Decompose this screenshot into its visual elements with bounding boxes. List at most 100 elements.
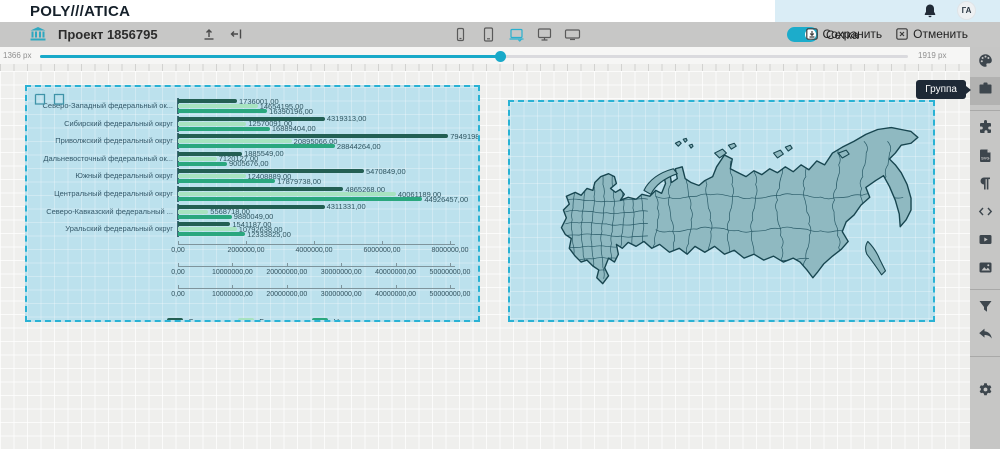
- notifications-bell-icon[interactable]: [922, 3, 938, 19]
- legend-label: Сельское: [188, 318, 223, 322]
- bar-Население[interactable]: [178, 144, 335, 148]
- phone-icon[interactable]: [452, 26, 469, 43]
- x-axis-tick-label: 30000000,00: [321, 291, 362, 298]
- bar-Население[interactable]: [178, 232, 245, 236]
- laptop-icon[interactable]: [508, 26, 525, 43]
- width-slider-fill: [40, 55, 500, 58]
- widget-flip-icon[interactable]: [34, 92, 46, 110]
- x-axis-tick: [287, 263, 288, 266]
- gear-icon: [978, 382, 993, 402]
- bar-Сельское[interactable]: [178, 222, 230, 226]
- x-axis-tick: [178, 241, 179, 244]
- project-bank-icon[interactable]: [30, 27, 46, 41]
- project-title: Проект 1856795: [58, 27, 158, 42]
- cancel-button-label: Отменить: [913, 27, 968, 41]
- x-axis-tick-label: 2000000,00: [228, 247, 265, 254]
- x-axis-tick-label: 20000000,00: [266, 269, 307, 276]
- bar-Население[interactable]: [178, 109, 267, 113]
- x-axis-tick: [396, 263, 397, 266]
- population-bar-chart: Северо-Западный федеральный ок...1736001…: [27, 87, 478, 320]
- sidebar-item-video[interactable]: [970, 228, 1000, 256]
- bar-chart-widget[interactable]: Северо-Западный федеральный ок...1736001…: [25, 85, 480, 322]
- chart-category-label: Уральский федеральный округ: [27, 224, 173, 233]
- image-icon: [978, 260, 993, 280]
- sidebar-item-paragraph[interactable]: [970, 172, 1000, 200]
- bar-Сельское[interactable]: [178, 99, 237, 103]
- bar-Сельское[interactable]: [178, 205, 325, 209]
- tablet-icon[interactable]: [480, 26, 497, 43]
- palette-icon: [978, 53, 993, 73]
- user-avatar[interactable]: ГА: [957, 1, 976, 20]
- bar-value-label: 44926457,00: [424, 195, 468, 204]
- bar-Сельское[interactable]: [178, 187, 343, 191]
- russia-map-widget[interactable]: [508, 100, 935, 322]
- x-axis-tick: [450, 263, 451, 266]
- legend-item[interactable]: Население: [312, 318, 374, 322]
- sidebar-item-reply[interactable]: [970, 323, 1000, 351]
- bar-Население[interactable]: [178, 179, 275, 183]
- x-axis-tick: [232, 285, 233, 288]
- filter-icon: [978, 299, 993, 319]
- sidebar-item-briefcase[interactable]: [970, 77, 1000, 105]
- widescreen-icon[interactable]: [564, 26, 581, 43]
- bar-Городское[interactable]: [178, 122, 246, 126]
- x-axis-tick-label: 10000000,00: [212, 291, 253, 298]
- chart-category-label: Приволжский федеральный округ: [27, 136, 173, 145]
- sidebar-item-svg-file[interactable]: SVG: [970, 144, 1000, 172]
- bar-Население[interactable]: [178, 215, 232, 219]
- bar-Городское[interactable]: [178, 139, 292, 143]
- x-axis-tick-label: 8000000,00: [432, 247, 469, 254]
- cancel-button[interactable]: Отменить: [896, 27, 968, 41]
- sidebar-item-filter[interactable]: [970, 295, 1000, 323]
- legend-item[interactable]: Сельское: [167, 318, 223, 322]
- legend-item[interactable]: Городское: [238, 318, 297, 322]
- legend-swatch: [238, 318, 254, 322]
- sidebar-item-palette[interactable]: [970, 49, 1000, 77]
- x-axis-tick: [450, 285, 451, 288]
- sidebar-item-image[interactable]: [970, 256, 1000, 284]
- x-axis-tick: [178, 285, 179, 288]
- russia-map: [510, 102, 933, 320]
- bar-Городское[interactable]: [178, 174, 246, 178]
- bar-value-label: 28844264,00: [337, 142, 381, 151]
- bar-Городское[interactable]: [178, 157, 217, 161]
- sidebar-item-puzzle[interactable]: [970, 116, 1000, 144]
- x-axis-tick-label: 10000000,00: [212, 269, 253, 276]
- min-width-label: 1366 px: [3, 51, 31, 60]
- collapse-panel-icon[interactable]: [230, 27, 244, 41]
- publish-upload-icon[interactable]: [202, 27, 216, 41]
- chart-legend: Сельское Городское Население: [167, 318, 374, 322]
- x-axis-tick: [341, 285, 342, 288]
- x-axis-tick-label: 30000000,00: [321, 269, 362, 276]
- sidebar-item-code[interactable]: [970, 200, 1000, 228]
- widget-rotate-icon[interactable]: [53, 92, 65, 110]
- chart-category-label: Центральный федеральный округ: [27, 189, 173, 198]
- sidebar-item-gear[interactable]: [970, 378, 1000, 406]
- bar-Население[interactable]: [178, 127, 270, 131]
- monitor-icon[interactable]: [536, 26, 553, 43]
- x-axis-tick-label: 40000000,00: [375, 291, 416, 298]
- width-slider-handle[interactable]: [495, 51, 506, 62]
- save-button-label: Сохранить: [823, 27, 883, 41]
- width-slider-track[interactable]: [40, 55, 908, 58]
- x-axis-tick: [232, 263, 233, 266]
- x-axis-tick-label: 50000000,00: [430, 291, 471, 298]
- bar-Городское[interactable]: [178, 192, 396, 196]
- bar-Население[interactable]: [178, 162, 227, 166]
- bar-Городское[interactable]: [178, 210, 208, 214]
- polymatica-logo: POLY///ATICA: [30, 3, 130, 20]
- bar-Городское[interactable]: [178, 104, 258, 108]
- briefcase-icon: [978, 81, 993, 101]
- save-button[interactable]: Сохранить: [806, 27, 883, 41]
- dashboard-canvas[interactable]: Северо-Западный федеральный ок...1736001…: [0, 71, 970, 449]
- x-axis-tick: [450, 241, 451, 244]
- bar-value-label: 17879738,00: [277, 177, 321, 186]
- svg-file-icon: SVG: [978, 148, 993, 168]
- x-axis-tick: [396, 285, 397, 288]
- widget-palette-sidebar: SVG: [970, 47, 1000, 449]
- bar-Население[interactable]: [178, 197, 422, 201]
- chart-category-label: Сибирский федеральный округ: [27, 119, 173, 128]
- chart-category-label: Северо-Кавказский федеральный ...: [27, 207, 173, 216]
- x-axis-tick-label: 0,00: [171, 247, 185, 254]
- bar-Городское[interactable]: [178, 227, 237, 231]
